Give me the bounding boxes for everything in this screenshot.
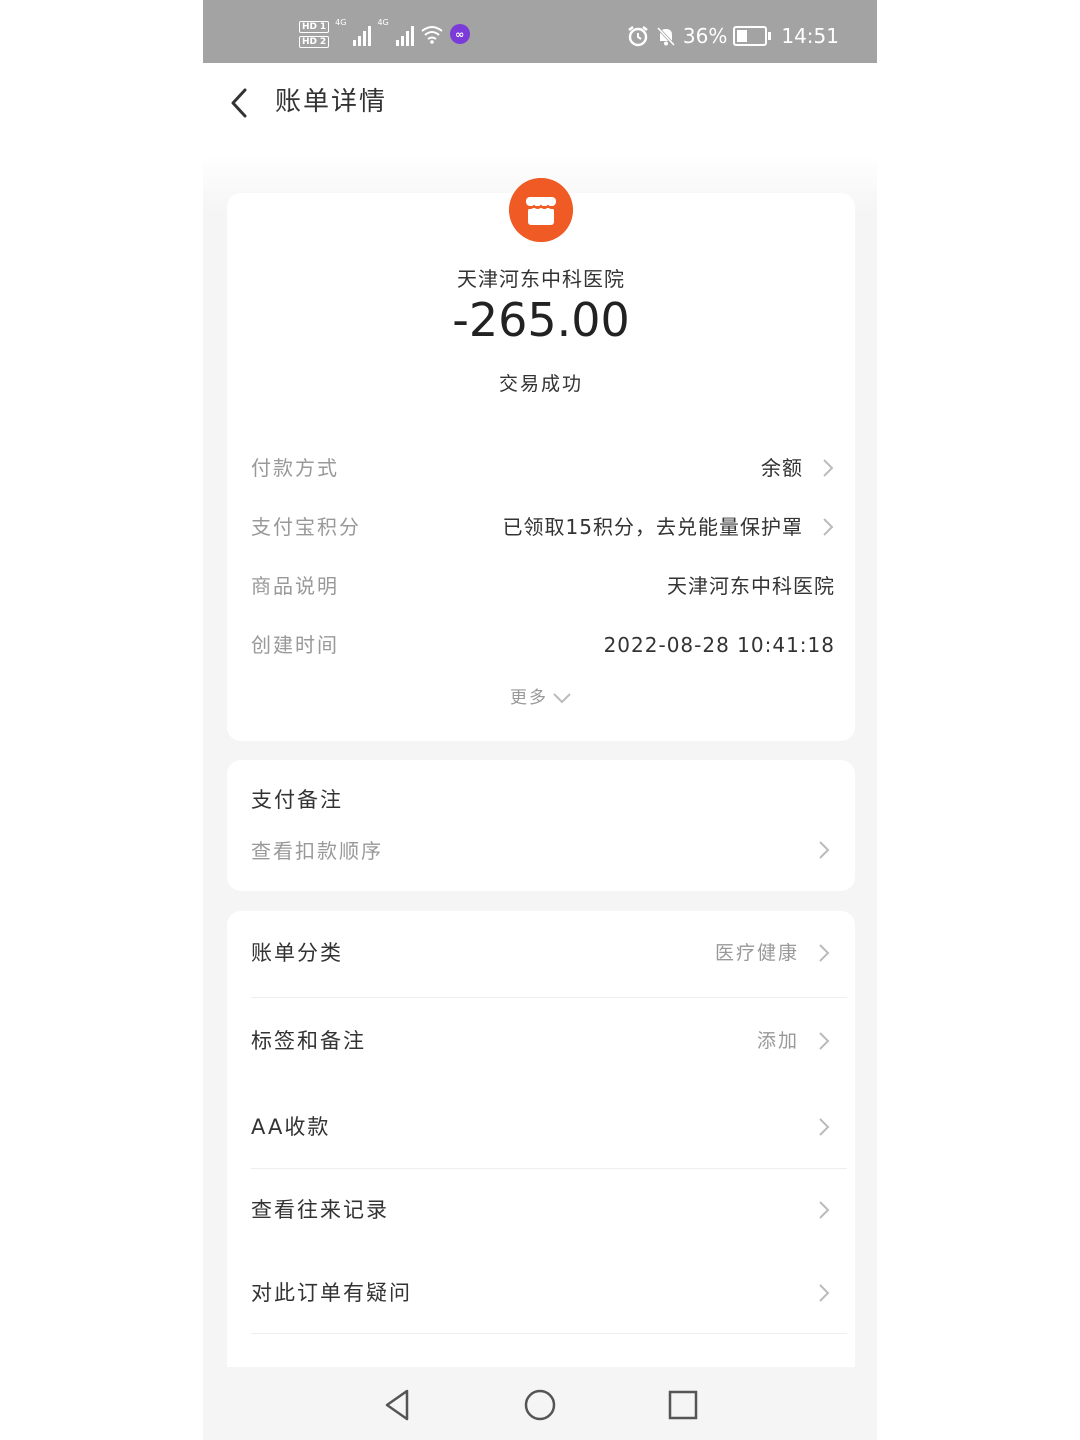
divider: [251, 1333, 847, 1334]
back-triangle-icon[interactable]: [377, 1385, 417, 1425]
status-bar: HD 1 HD 2 4G 4G ∞ 36% 14:51: [203, 0, 877, 63]
payment-note-card: 支付备注 查看扣款顺序: [227, 760, 855, 891]
aa-collect-row[interactable]: AA收款: [227, 1085, 855, 1169]
network-type-1: 4G: [335, 18, 347, 27]
deduction-order-link[interactable]: 查看扣款顺序: [251, 835, 383, 864]
row-value: 医疗健康: [714, 942, 799, 964]
payment-method-row[interactable]: 付款方式 余额: [251, 448, 835, 488]
transaction-history-row[interactable]: 查看往来记录: [227, 1168, 855, 1252]
status-bar-left: HD 1 HD 2 4G 4G ∞: [299, 18, 470, 50]
note-title: 支付备注: [251, 788, 343, 812]
store-icon: [509, 178, 573, 242]
row-label: 对此订单有疑问: [251, 1281, 412, 1305]
row-label: 商品说明: [251, 574, 339, 598]
row-label: 账单分类: [251, 941, 343, 965]
clock: 14:51: [781, 24, 839, 48]
chevron-right-icon: [819, 1201, 830, 1219]
bill-category-row[interactable]: 账单分类 医疗健康: [227, 911, 855, 995]
row-label: 标签和备注: [251, 1029, 366, 1053]
bill-actions-card: 账单分类 医疗健康 标签和备注 添加 AA收款 查看往来记录 对此订单有疑问: [227, 911, 855, 1381]
network-type-2: 4G: [377, 18, 389, 27]
transaction-status: 交易成功: [498, 373, 583, 395]
row-label: 创建时间: [251, 633, 339, 657]
chevron-right-icon: [819, 1032, 830, 1050]
mute-bell-icon: [656, 26, 675, 47]
row-value: 2022-08-28 10:41:18: [603, 633, 835, 657]
hotspot-icon: ∞: [449, 24, 470, 44]
created-time-row: 创建时间 2022-08-28 10:41:18: [251, 625, 835, 665]
back-arrow-icon[interactable]: [225, 85, 255, 121]
row-value: 已领取15积分，去兑能量保护罩: [502, 515, 803, 539]
row-label: AA收款: [251, 1115, 331, 1139]
home-circle-icon[interactable]: [520, 1385, 560, 1425]
chevron-right-icon: [819, 1284, 830, 1302]
page-title: 账单详情: [275, 87, 388, 117]
status-bar-right: 36% 14:51: [627, 22, 839, 50]
chevron-right-icon: [823, 518, 834, 536]
chevron-down-icon: [553, 693, 571, 704]
chevron-right-icon: [823, 459, 834, 477]
tags-notes-row[interactable]: 标签和备注 添加: [227, 999, 855, 1083]
merchant-name: 天津河东中科医院: [457, 267, 625, 291]
row-label: 查看往来记录: [251, 1198, 389, 1222]
transaction-amount: -265.00: [452, 293, 630, 347]
chevron-right-icon: [819, 841, 830, 859]
row-value: 添加: [756, 1030, 799, 1052]
signal-icon: [395, 22, 414, 46]
chevron-right-icon: [819, 1118, 830, 1136]
row-value: 天津河东中科医院: [667, 574, 835, 598]
hd-badge-1: HD 1: [299, 20, 330, 33]
wifi-icon: [421, 26, 443, 44]
signal-icon: [353, 22, 372, 46]
battery-icon: [733, 26, 772, 46]
hd-badge-2: HD 2: [299, 35, 330, 48]
row-label: 支付宝积分: [251, 515, 361, 539]
phone-screen: HD 1 HD 2 4G 4G ∞ 36% 14:51 账单详情 天津河东中科医…: [203, 0, 877, 1440]
alipay-points-row[interactable]: 支付宝积分 已领取15积分，去兑能量保护罩: [251, 507, 835, 547]
battery-level: [737, 30, 747, 42]
order-question-row[interactable]: 对此订单有疑问: [227, 1251, 855, 1335]
divider: [251, 997, 847, 998]
recents-square-icon[interactable]: [663, 1385, 703, 1425]
more-label: 更多: [510, 688, 548, 708]
row-value: 余额: [761, 456, 803, 480]
app-header: 账单详情: [203, 63, 877, 153]
battery-percent: 36%: [682, 24, 728, 48]
product-description-row: 商品说明 天津河东中科医院: [251, 566, 835, 606]
row-label: 付款方式: [251, 456, 339, 480]
alarm-icon: [628, 26, 648, 47]
sim-indicators: HD 1 HD 2: [299, 20, 330, 48]
more-toggle[interactable]: 更多: [227, 683, 855, 708]
chevron-right-icon: [819, 944, 830, 962]
bill-summary-card: 天津河东中科医院 -265.00 交易成功 付款方式 余额 支付宝积分 已领取1…: [227, 178, 855, 741]
system-nav-bar: [203, 1367, 877, 1440]
